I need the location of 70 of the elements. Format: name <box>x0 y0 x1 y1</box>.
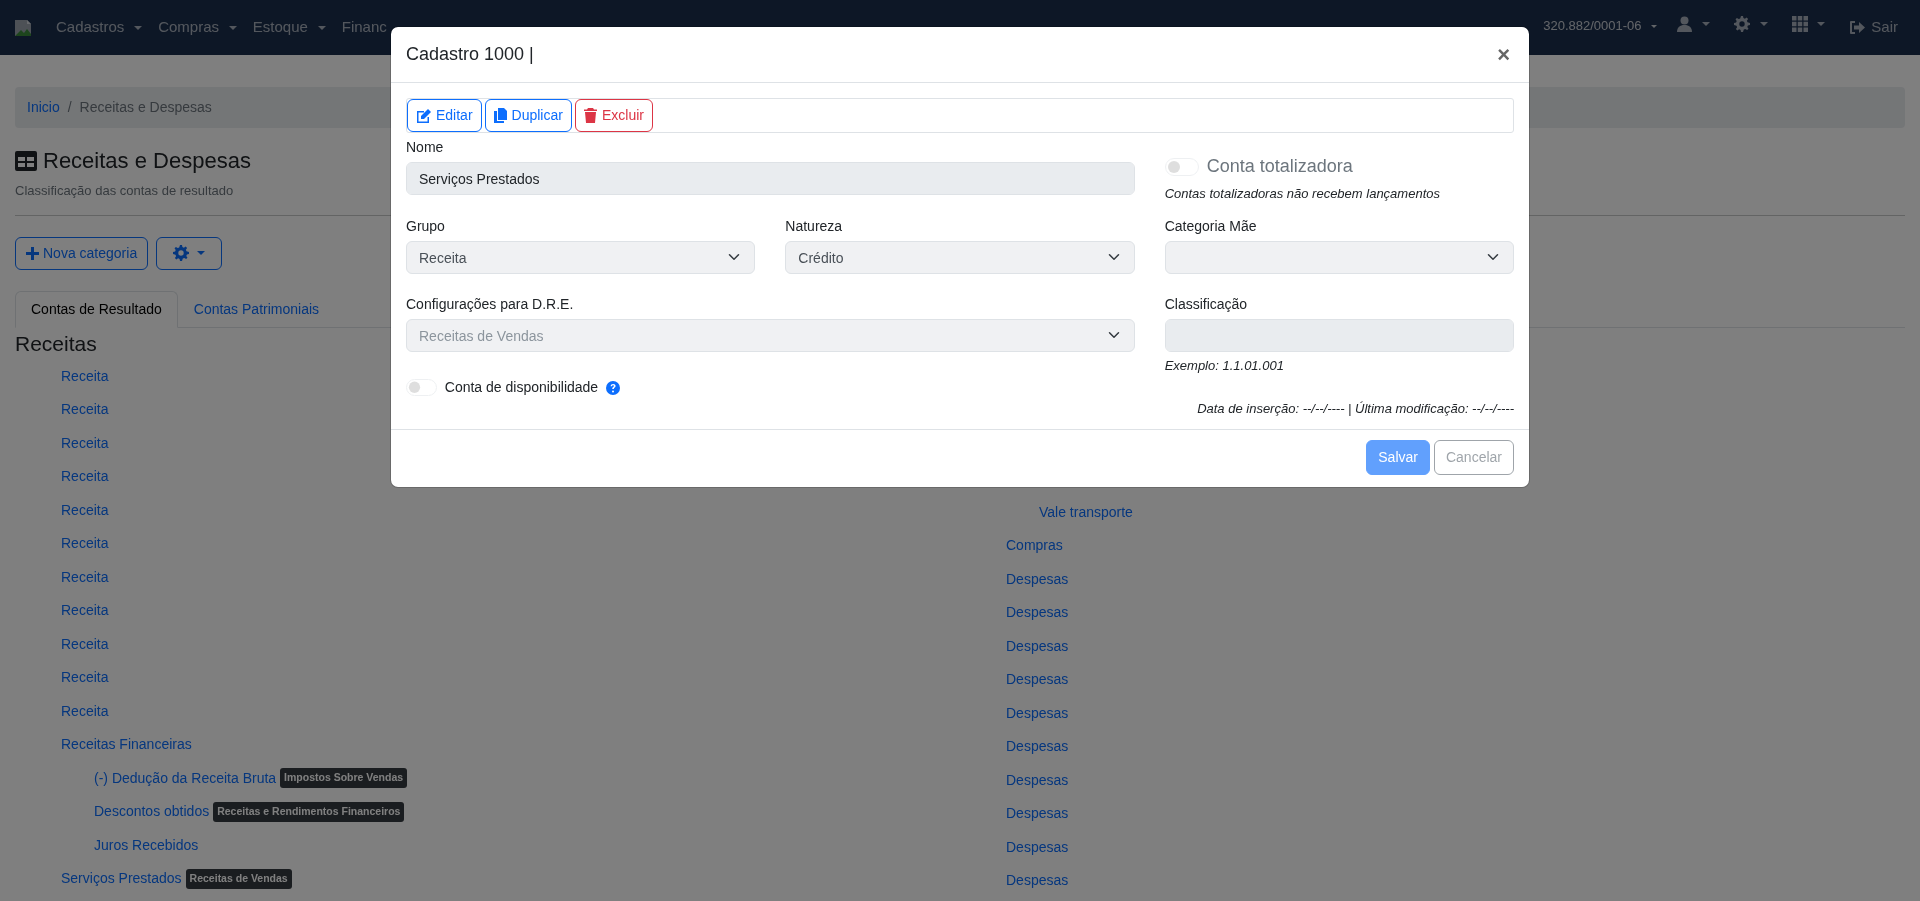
field-label: Categoria Mãe <box>1164 216 1257 236</box>
field-label: Classificação <box>1164 294 1248 314</box>
tab[interactable]: Contas de Resultado <box>15 290 178 328</box>
tree-item-link[interactable]: Despesas <box>1006 568 1069 590</box>
breadcrumb-separator: / <box>67 98 72 117</box>
tree-item-link[interactable]: Juros Recebidos <box>94 834 199 856</box>
tree-item-link[interactable]: Receita <box>61 700 109 722</box>
tree-item-link[interactable]: Receita <box>61 499 109 521</box>
tree-item-link[interactable]: Receita <box>61 533 109 555</box>
tree-item-link[interactable]: Despesas <box>1006 870 1069 892</box>
breadcrumb-link[interactable]: Inicio <box>27 97 60 118</box>
tree-item-link[interactable]: Receita <box>61 399 109 421</box>
toggle-label: Conta totalizadora <box>1206 155 1353 178</box>
field-label: Nome <box>406 138 444 157</box>
category-tag: Receitas de Vendas <box>185 868 292 889</box>
tree-item-link[interactable]: Receita <box>61 667 109 689</box>
copy-icon <box>493 108 507 123</box>
field-label: Configurações para D.R.E. <box>406 294 574 314</box>
tree-item-link[interactable]: Descontos obtidos <box>94 801 210 823</box>
help-icon[interactable] <box>606 380 621 395</box>
tree-item-link[interactable]: Receita <box>61 633 109 655</box>
tree-item-link[interactable]: Despesas <box>1006 602 1069 624</box>
delete-button[interactable]: Excluir <box>574 99 653 132</box>
tree-item-link[interactable]: Receita <box>61 600 109 622</box>
tree-item-link[interactable]: Despesas <box>1006 736 1069 758</box>
plus-icon <box>26 246 39 260</box>
tree-item-link[interactable]: Compras <box>1006 535 1063 557</box>
tree-item-link[interactable]: Despesas <box>1006 769 1069 791</box>
field-label: Natureza <box>785 216 843 236</box>
table-icon <box>15 150 37 171</box>
tree-item-link[interactable]: Vale transporte <box>1039 501 1133 523</box>
tree-item-link[interactable]: Receita <box>61 432 109 454</box>
edit-button[interactable]: Editar <box>407 99 482 132</box>
tree-item-link[interactable]: Despesas <box>1006 635 1069 657</box>
broken-image-icon[interactable] <box>14 18 32 37</box>
nav-menu[interactable]: Estoque <box>244 16 334 39</box>
settings-icon <box>173 245 190 261</box>
tree-item-link[interactable]: Despesas <box>1006 836 1069 858</box>
page-title: Receitas e Despesas <box>43 147 251 175</box>
category-tag: Impostos Sobre Vendas <box>280 768 408 789</box>
tree-item-link[interactable]: Receitas Financeiras <box>61 734 192 756</box>
field-label: Grupo <box>406 216 445 236</box>
timestamp-text: Data de inserção: --/--/---- | Última modificação: --/--/---- <box>1196 400 1514 418</box>
hint-text: Contas totalizadoras não recebem lançamentos <box>1164 185 1441 203</box>
tab[interactable]: Contas Patrimoniais <box>177 290 336 328</box>
settings-dropdown[interactable] <box>156 236 222 270</box>
page-subtitle: Classificação das contas de resultado <box>15 182 234 200</box>
tree-item-link[interactable]: Despesas <box>1006 702 1069 724</box>
toggle-label: Conta de disponibilidade <box>444 378 599 397</box>
tree-item-link[interactable]: Despesas <box>1006 669 1069 691</box>
breadcrumb-current: Receitas e Despesas <box>79 98 212 117</box>
trash-icon <box>583 108 597 123</box>
tree-item-link[interactable]: Receita <box>61 566 109 588</box>
edit-icon <box>416 108 431 123</box>
tree-item-link[interactable]: Receita <box>61 466 109 488</box>
duplicate-button[interactable]: Duplicar <box>484 99 572 132</box>
section-heading: Receitas <box>15 330 97 357</box>
tree-item-link[interactable]: Despesas <box>1006 803 1069 825</box>
tree-item-link[interactable]: Serviços Prestados <box>61 868 182 890</box>
tree-item-link[interactable]: (-) Dedução da Receita Bruta <box>94 767 277 789</box>
category-tag: Receitas e Rendimentos Financeiros <box>213 801 405 822</box>
nav-menu[interactable]: Compras <box>150 16 245 39</box>
company-menu[interactable]: 320.882/0001-06 <box>1543 16 1665 36</box>
modal-title: Cadastro 1000 | <box>406 43 534 66</box>
hint-text: Exemplo: 1.1.01.001 <box>1164 356 1285 375</box>
new-category-button[interactable]: Nova categoria <box>15 236 149 270</box>
tree-item-link[interactable]: Receita <box>61 365 109 387</box>
logout-link[interactable]: Sair <box>1841 16 1906 39</box>
nav-menu[interactable]: Cadastros <box>48 16 151 39</box>
close-button[interactable]: × <box>1493 43 1514 66</box>
